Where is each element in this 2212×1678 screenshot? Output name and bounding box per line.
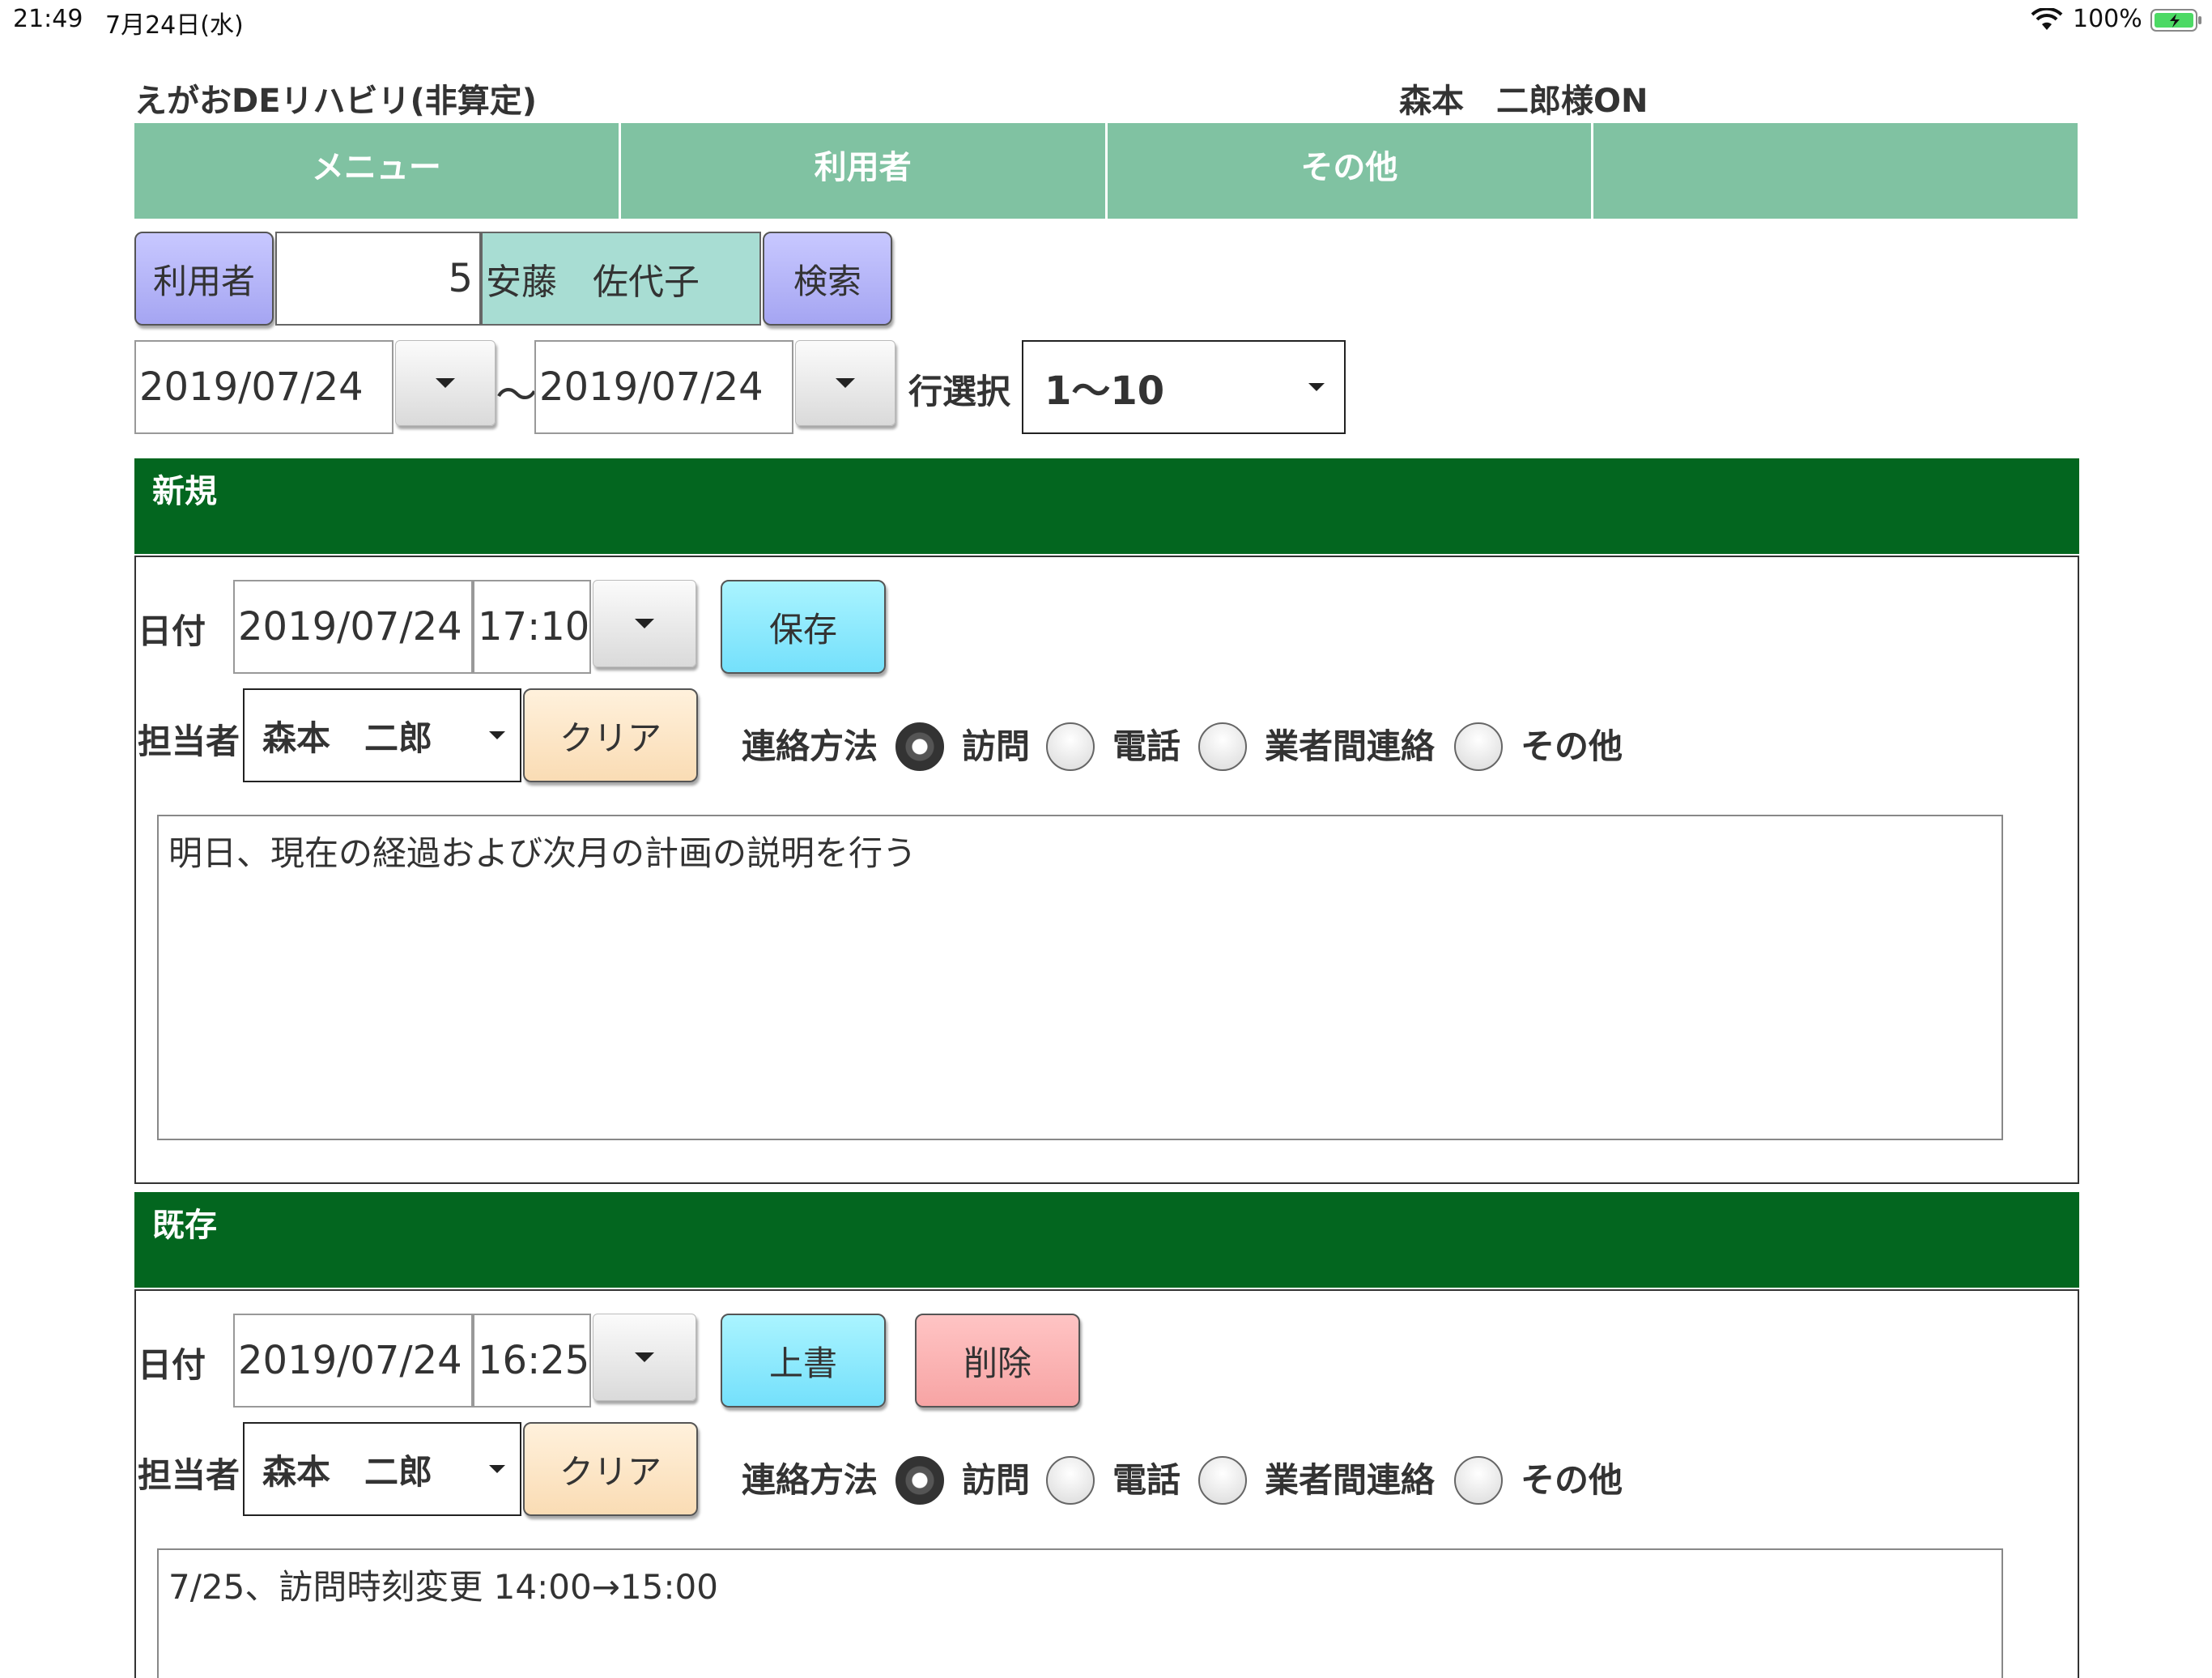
status-time: 21:49 [13, 5, 83, 33]
new-contact-visit-label: 訪問 [962, 726, 1031, 766]
existing-staff-value: 森本 二郎 [262, 1451, 433, 1492]
new-contact-phone-label: 電話 [1112, 726, 1181, 766]
existing-section-header: 既存 [134, 1192, 2079, 1288]
new-clear-button[interactable]: クリア [523, 688, 698, 782]
existing-memo-textarea[interactable]: 7/25、訪問時刻変更 14:00→15:00 [157, 1548, 2003, 1678]
delete-button[interactable]: 削除 [915, 1314, 1080, 1408]
new-staff-select[interactable]: 森本 二郎 [243, 688, 521, 782]
new-contact-radio-other[interactable] [1454, 722, 1503, 771]
existing-contact-vendor-label: 業者間連絡 [1265, 1460, 1436, 1500]
overwrite-button[interactable]: 上書 [721, 1314, 886, 1408]
logged-in-user: 森本 二郎様ON [1399, 83, 1648, 120]
date-from-dropdown[interactable] [395, 340, 496, 426]
existing-contact-other-label: その他 [1521, 1460, 1623, 1500]
tab-other[interactable]: その他 [1108, 123, 1594, 219]
new-staff-label: 担当者 [138, 722, 240, 761]
main-tab-bar: メニュー 利用者 その他 [134, 123, 2078, 219]
battery-icon [2150, 9, 2201, 32]
existing-staff-select[interactable]: 森本 二郎 [243, 1422, 521, 1516]
existing-date-label: 日付 [138, 1345, 206, 1385]
user-id-field[interactable]: 5 [275, 232, 481, 326]
range-tilde: 〜 [496, 372, 538, 420]
battery-percent: 100% [2073, 5, 2142, 33]
new-contact-radio-phone[interactable] [1046, 722, 1095, 771]
caret-down-icon [635, 1352, 654, 1362]
new-contact-radio-vendor[interactable] [1198, 722, 1247, 771]
save-button[interactable]: 保存 [721, 580, 886, 674]
row-select-value: 1〜10 [1044, 368, 1165, 414]
existing-contact-visit-label: 訪問 [962, 1460, 1031, 1500]
wifi-icon [2031, 8, 2063, 30]
user-name-field: 安藤 佐代子 [481, 232, 761, 326]
tab-empty[interactable] [1593, 123, 2078, 219]
new-contact-vendor-label: 業者間連絡 [1265, 726, 1436, 766]
existing-contact-radio-phone[interactable] [1046, 1456, 1095, 1505]
existing-clear-button[interactable]: クリア [523, 1422, 698, 1516]
new-contact-other-label: その他 [1521, 726, 1623, 766]
caret-down-icon [635, 619, 654, 628]
user-select-button[interactable]: 利用者 [134, 232, 274, 326]
new-section-header: 新規 [134, 458, 2079, 554]
new-contact-label: 連絡方法 [742, 726, 878, 766]
new-staff-value: 森本 二郎 [262, 718, 433, 758]
new-time-dropdown[interactable] [593, 580, 696, 667]
existing-staff-label: 担当者 [138, 1455, 240, 1495]
row-select-label: 行選択 [908, 372, 1011, 411]
new-date-label: 日付 [138, 611, 206, 651]
caret-down-icon [489, 731, 505, 739]
caret-down-icon [1308, 383, 1325, 391]
new-contact-radio-visit[interactable] [895, 722, 944, 771]
new-time-field[interactable]: 17:10 [473, 580, 591, 674]
caret-down-icon [436, 378, 455, 388]
tab-menu[interactable]: メニュー [134, 123, 621, 219]
caret-down-icon [836, 378, 855, 388]
existing-contact-label: 連絡方法 [742, 1460, 878, 1500]
search-button[interactable]: 検索 [763, 232, 892, 326]
status-date: 7月24日(水) [105, 11, 244, 40]
app-title: えがおDEリハビリ(非算定) [134, 83, 538, 120]
existing-time-field[interactable]: 16:25 [473, 1314, 591, 1408]
existing-time-dropdown[interactable] [593, 1314, 696, 1401]
existing-contact-radio-visit[interactable] [895, 1456, 944, 1505]
date-to-dropdown[interactable] [795, 340, 895, 426]
date-to-field[interactable]: 2019/07/24 [534, 340, 793, 434]
tab-users[interactable]: 利用者 [621, 123, 1108, 219]
caret-down-icon [489, 1465, 505, 1473]
new-date-field[interactable]: 2019/07/24 [233, 580, 473, 674]
existing-date-field[interactable]: 2019/07/24 [233, 1314, 473, 1408]
date-from-field[interactable]: 2019/07/24 [134, 340, 393, 434]
existing-contact-radio-other[interactable] [1454, 1456, 1503, 1505]
existing-contact-phone-label: 電話 [1112, 1460, 1181, 1500]
new-memo-textarea[interactable]: 明日、現在の経過および次月の計画の説明を行う [157, 815, 2003, 1140]
row-select-dropdown[interactable]: 1〜10 [1022, 340, 1346, 434]
existing-contact-radio-vendor[interactable] [1198, 1456, 1247, 1505]
